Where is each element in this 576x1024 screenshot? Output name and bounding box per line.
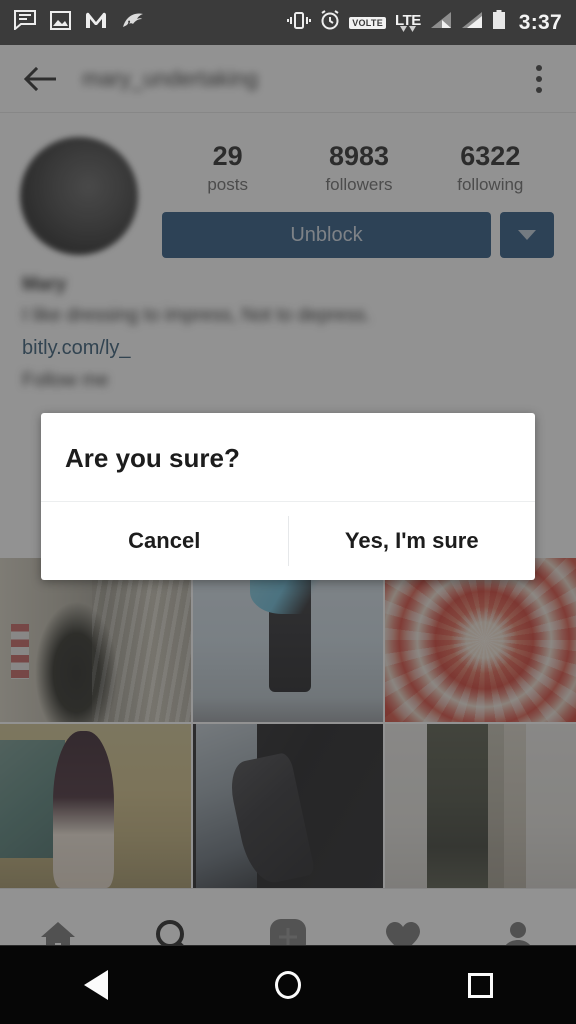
volte-badge: VOLTE: [349, 16, 387, 29]
lte-icon: LTE: [395, 13, 421, 32]
confirm-dialog: Are you sure? Cancel Yes, I'm sure: [41, 413, 535, 580]
nav-recents-square-icon: [467, 972, 493, 998]
dialog-title: Are you sure?: [41, 413, 535, 502]
alarm-icon: [320, 10, 340, 35]
android-back-button[interactable]: [0, 970, 192, 1000]
status-bar: VOLTE LTE 3:37: [0, 0, 576, 45]
android-navigation-bar: [0, 945, 576, 1024]
status-bar-left-icons: [14, 10, 145, 35]
photo-icon: [50, 10, 71, 35]
status-bar-right-icons: VOLTE LTE 3:37: [287, 10, 562, 35]
vibrate-icon: [287, 11, 312, 35]
signal-bars-2-icon: [461, 11, 483, 35]
message-icon: [14, 10, 36, 35]
android-recents-button[interactable]: [384, 972, 576, 998]
m-monogram-icon: [85, 11, 107, 35]
phone-screen: VOLTE LTE 3:37 Are you sure? Cancel Yes,…: [0, 0, 576, 1024]
confirm-button[interactable]: Yes, I'm sure: [289, 502, 536, 580]
shell-icon: [121, 11, 145, 35]
signal-bars-1-icon: [430, 11, 452, 35]
battery-icon: [492, 10, 506, 35]
cancel-button[interactable]: Cancel: [41, 502, 288, 580]
android-home-button[interactable]: [192, 971, 384, 999]
nav-back-icon: [84, 970, 108, 1000]
status-bar-clock: 3:37: [518, 10, 562, 34]
dialog-buttons: Cancel Yes, I'm sure: [41, 502, 535, 580]
nav-home-circle-icon: [275, 971, 301, 999]
